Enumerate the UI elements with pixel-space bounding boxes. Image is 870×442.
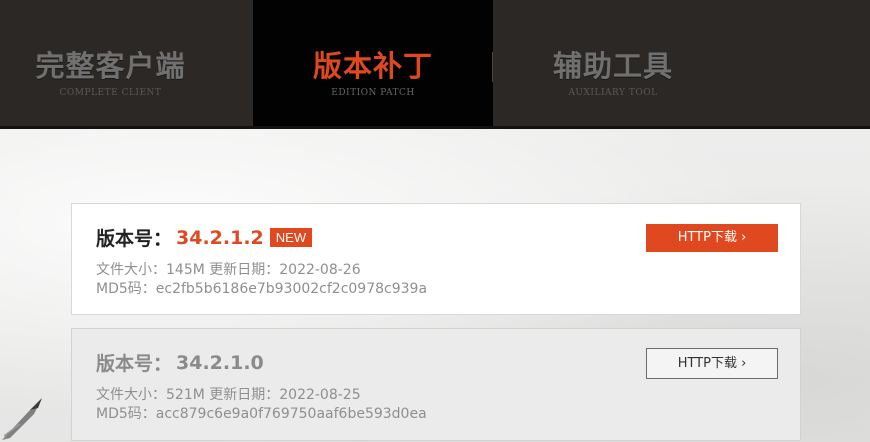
version-row: 版本号： 34.2.1.2 NEW	[96, 224, 313, 252]
patch-card: 版本号： 34.2.1.2 NEW 文件大小：145M 更新日期：2022-08-2…	[71, 203, 801, 315]
file-size-date: 文件大小：145M 更新日期：2022-08-26	[96, 262, 361, 278]
md5-hash: MD5码：acc879c6e9a0f769750aaf6be593d0ea	[96, 406, 427, 422]
tab-complete-client[interactable]: 完整客户端 COMPLETE CLIENT	[0, 0, 253, 126]
tab-title: 完整客户端	[35, 49, 186, 83]
http-download-button[interactable]: HTTP下载 ›	[646, 224, 778, 252]
http-download-button[interactable]: HTTP下载 ›	[646, 348, 778, 379]
tab-subtitle: EDITION PATCH	[331, 88, 415, 98]
tab-auxiliary-tool[interactable]: 辅助工具 AUXILIARY TOOL	[493, 0, 870, 126]
tab-subtitle: AUXILIARY TOOL	[568, 88, 658, 98]
tab-bar: 完整客户端 COMPLETE CLIENT 版本补丁 EDITION PATCH…	[0, 0, 870, 126]
tab-edition-patch[interactable]: 版本补丁 EDITION PATCH	[253, 0, 493, 126]
tab-title: 版本补丁	[312, 49, 433, 83]
tab-title: 辅助工具	[552, 49, 673, 83]
new-badge: NEW	[269, 228, 313, 247]
version-number: 34.2.1.0	[176, 351, 264, 374]
version-label: 版本号：	[96, 353, 173, 375]
version-number: 34.2.1.2	[176, 226, 264, 249]
tab-subtitle: COMPLETE CLIENT	[59, 88, 162, 98]
patch-card: 版本号： 34.2.1.0 文件大小：521M 更新日期：2022-08-25 M…	[71, 328, 801, 441]
version-label: 版本号：	[96, 228, 173, 250]
version-row: 版本号： 34.2.1.0	[96, 349, 264, 377]
md5-hash: MD5码：ec2fb5b6186e7b93002cf2c0978c939a	[96, 281, 428, 297]
brush-stroke-icon	[2, 398, 42, 440]
file-size-date: 文件大小：521M 更新日期：2022-08-25	[96, 387, 361, 403]
